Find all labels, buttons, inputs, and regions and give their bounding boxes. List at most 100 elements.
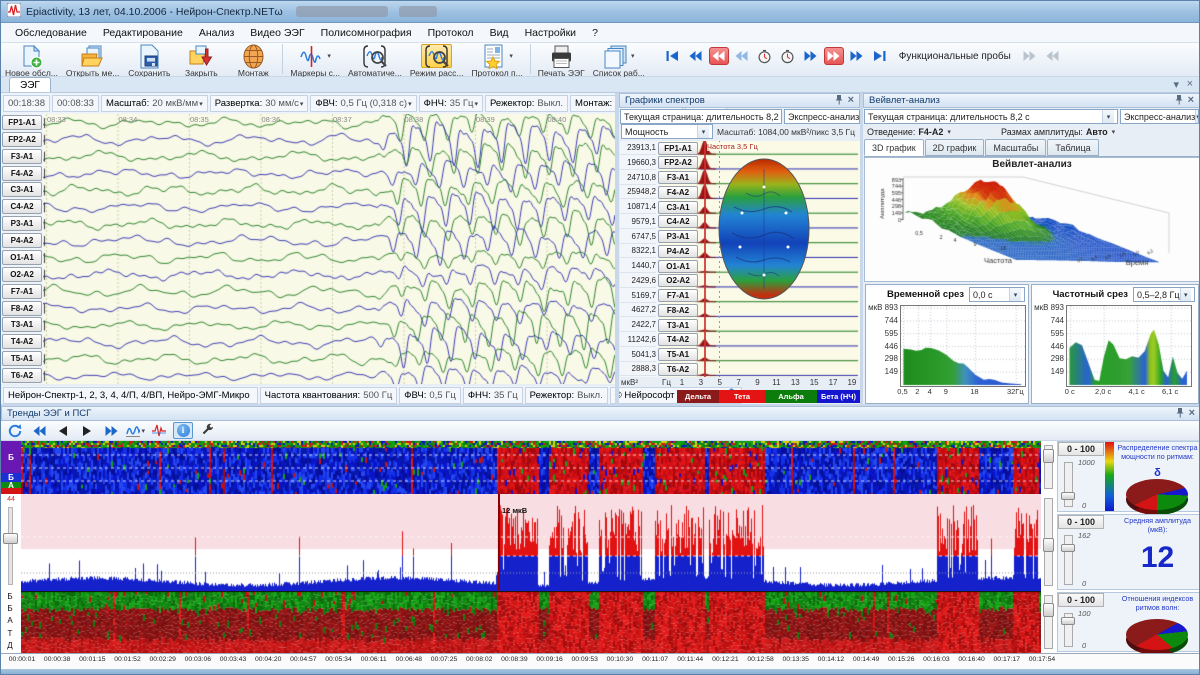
nav-rew-button[interactable] xyxy=(732,47,752,65)
spectrum-channel-fp1-a1[interactable]: FP1-A1 xyxy=(658,142,698,155)
func-tests-prev-button[interactable] xyxy=(1043,47,1063,65)
trends-refresh-button[interactable] xyxy=(5,422,25,439)
spectrum-channel-fp2-a2[interactable]: FP2-A2 xyxy=(658,156,698,169)
toolbar-button-open-exam[interactable]: Открыть ме... xyxy=(62,43,123,79)
menu-item-edit[interactable]: Редактирование xyxy=(95,25,191,41)
nav-timer-button[interactable] xyxy=(755,47,775,65)
trends-step-prev-button[interactable] xyxy=(53,422,73,439)
eeg-channel-f8-a2[interactable]: F8-A2 xyxy=(2,301,42,316)
trends-cursor-line[interactable] xyxy=(498,494,500,591)
eeg-channel-o2-a2[interactable]: O2-A2 xyxy=(2,267,42,282)
eeg-channel-t4-a2[interactable]: T4-A2 xyxy=(2,334,42,349)
eeg-channel-t3-a1[interactable]: T3-A1 xyxy=(2,317,42,332)
pin-icon[interactable] xyxy=(1175,407,1185,421)
eeg-channel-t6-a2[interactable]: T6-A2 xyxy=(2,368,42,383)
dropdown-arrow-icon[interactable]: ▾ xyxy=(327,52,331,60)
toolbar-button-new-exam[interactable]: Новое обсл... xyxy=(1,43,62,79)
toolbar-button-protocol[interactable]: ▾Протокол п... xyxy=(467,43,526,79)
eeg-channel-c4-a2[interactable]: C4-A2 xyxy=(2,199,42,214)
trends-page-next-button[interactable] xyxy=(101,422,121,439)
spectrum-channel-t3-a1[interactable]: T3-A1 xyxy=(658,319,698,332)
toolbar-button-view-mode[interactable]: Режим расс... xyxy=(406,43,468,79)
menu-item-exam[interactable]: Обследование xyxy=(7,25,95,41)
eeg-channel-fp1-a1[interactable]: FP1-A1 xyxy=(2,115,42,130)
wavelet-page-select[interactable]: Текущая страница: длительность 8,2 с▾ xyxy=(864,109,1118,124)
eeg-channel-f7-a1[interactable]: F7-A1 xyxy=(2,284,42,299)
wavelet-tab-3d-график[interactable]: 3D график xyxy=(864,139,924,156)
toolbar-button-worklist[interactable]: ▾Список раб... xyxy=(589,43,649,79)
toolbar-button-print[interactable]: Печать ЭЭГ xyxy=(534,43,589,79)
spectrum-channel-t4-a2[interactable]: T4-A2 xyxy=(658,333,698,346)
menu-item-view[interactable]: Вид xyxy=(482,25,517,41)
nav-fwd-button[interactable] xyxy=(801,47,821,65)
dropdown-arrow-icon[interactable]: ▾ xyxy=(509,52,513,60)
spectrum-channel-c4-a2[interactable]: C4-A2 xyxy=(658,215,698,228)
dropdown-arrow-icon[interactable]: ▾ xyxy=(408,100,412,108)
toolbar-button-markers[interactable]: ▾Маркеры с... xyxy=(286,43,344,79)
spectrum-channel-f3-a1[interactable]: F3-A1 xyxy=(658,171,698,184)
trends-settings-button[interactable] xyxy=(197,422,217,439)
eeg-channel-o1-a1[interactable]: O1-A1 xyxy=(2,250,42,265)
eeg-setting-4[interactable]: ФВЧ:0,5 Гц (0,318 с)▾ xyxy=(310,95,416,112)
trends-wave-mode-button[interactable] xyxy=(149,422,169,439)
spectra-page-select[interactable]: Текущая страница: длительность 8,2 с▾ xyxy=(620,109,782,124)
dropdown-arrow-icon[interactable]: ▾ xyxy=(300,100,304,108)
toolbar-button-save[interactable]: Сохранить xyxy=(123,43,175,79)
spectra-frequency-cursor[interactable] xyxy=(704,141,706,377)
trends-page-prev-button[interactable] xyxy=(29,422,49,439)
spectrum-channel-o2-a2[interactable]: O2-A2 xyxy=(658,274,698,287)
toolbar-button-montage[interactable]: Монтаж xyxy=(227,43,279,79)
frequency-slice-select[interactable]: 0,5–2,8 Гц▾ xyxy=(1133,287,1195,302)
eeg-setting-5[interactable]: ФНЧ:35 Гц▾ xyxy=(419,95,483,112)
nav-rew-button[interactable] xyxy=(686,47,706,65)
menu-item-settings[interactable]: Настройки xyxy=(517,25,585,41)
trend-row-scrollbar-thumb[interactable] xyxy=(1043,449,1054,463)
trends-amplitude-canvas[interactable] xyxy=(21,494,1041,591)
eeg-channel-f3-a1[interactable]: F3-A1 xyxy=(2,149,42,164)
nav-timer-button[interactable] xyxy=(778,47,798,65)
panel-slider-thumb[interactable] xyxy=(1061,544,1075,552)
trends-panel-titlebar[interactable]: Тренды ЭЭГ и ПСГ × xyxy=(1,406,1200,421)
wavelet-panel-titlebar[interactable]: Вейвлет-анализ × xyxy=(863,93,1200,108)
dropdown-arrow-icon[interactable]: ▾ xyxy=(474,100,478,108)
wavelet-amplitude-range-select[interactable]: Размах амплитуды:Авто▾ xyxy=(1001,124,1115,139)
eeg-setting-2[interactable]: Масштаб:20 мкВ/мм▾ xyxy=(101,95,208,112)
amplitude-slider-track[interactable] xyxy=(8,507,13,585)
trends-chart-mode-button[interactable]: ▾ xyxy=(125,422,145,439)
panel-slider-track[interactable] xyxy=(1064,535,1073,585)
nav-rew-button[interactable] xyxy=(709,47,729,65)
wavelet-tab-таблица[interactable]: Таблица xyxy=(1047,139,1098,156)
close-icon[interactable]: × xyxy=(1188,96,1194,105)
spectra-express-select[interactable]: Экспресс-анализ▾ xyxy=(784,109,860,124)
spectrum-channel-p3-a1[interactable]: P3-A1 xyxy=(658,230,698,243)
nav-skip-start-button[interactable] xyxy=(663,47,683,65)
trends-info-button[interactable]: i xyxy=(173,422,193,439)
nav-skip-end-button[interactable] xyxy=(870,47,890,65)
panel-slider-track[interactable] xyxy=(1064,462,1073,507)
close-icon[interactable]: × xyxy=(1189,409,1195,418)
eeg-channel-t5-a1[interactable]: T5-A1 xyxy=(2,351,42,366)
pin-icon[interactable] xyxy=(834,94,844,108)
spectrum-channel-f7-a1[interactable]: F7-A1 xyxy=(658,289,698,302)
toolbar-button-auto-analysis[interactable]: Автоматиче... xyxy=(344,43,406,79)
trends-spectrogram-canvas[interactable] xyxy=(21,441,1041,494)
menu-item-polysomnography[interactable]: Полисомнография xyxy=(313,25,420,41)
pin-icon[interactable] xyxy=(1174,94,1184,108)
nav-fwd-button[interactable] xyxy=(824,47,844,65)
spectrum-channel-t5-a1[interactable]: T5-A1 xyxy=(658,348,698,361)
menu-item-analysis[interactable]: Анализ xyxy=(191,25,242,41)
spectrum-channel-f8-a2[interactable]: F8-A2 xyxy=(658,304,698,317)
wavelet-tab-масштабы[interactable]: Масштабы xyxy=(985,139,1046,156)
splitter-eeg-spectra[interactable] xyxy=(615,93,619,405)
dropdown-arrow-icon[interactable]: ▾ xyxy=(199,100,203,108)
spectrum-channel-t6-a2[interactable]: T6-A2 xyxy=(658,363,698,376)
tab-eeg[interactable]: ЭЭГ xyxy=(9,77,51,92)
window-titlebar[interactable]: Epiactivity, 13 лет, 04.10.2006 - Нейрон… xyxy=(1,1,1200,23)
panel-slider-thumb[interactable] xyxy=(1061,492,1075,500)
time-slice-select[interactable]: 0,0 с▾ xyxy=(969,287,1025,302)
trend-row-scrollbar-thumb[interactable] xyxy=(1043,603,1054,617)
trends-rhythm-canvas[interactable] xyxy=(21,591,1041,653)
splitter-spectra-wavelet[interactable] xyxy=(860,93,863,405)
trends-step-next-button[interactable] xyxy=(77,422,97,439)
eeg-channel-c3-a1[interactable]: C3-A1 xyxy=(2,182,42,197)
